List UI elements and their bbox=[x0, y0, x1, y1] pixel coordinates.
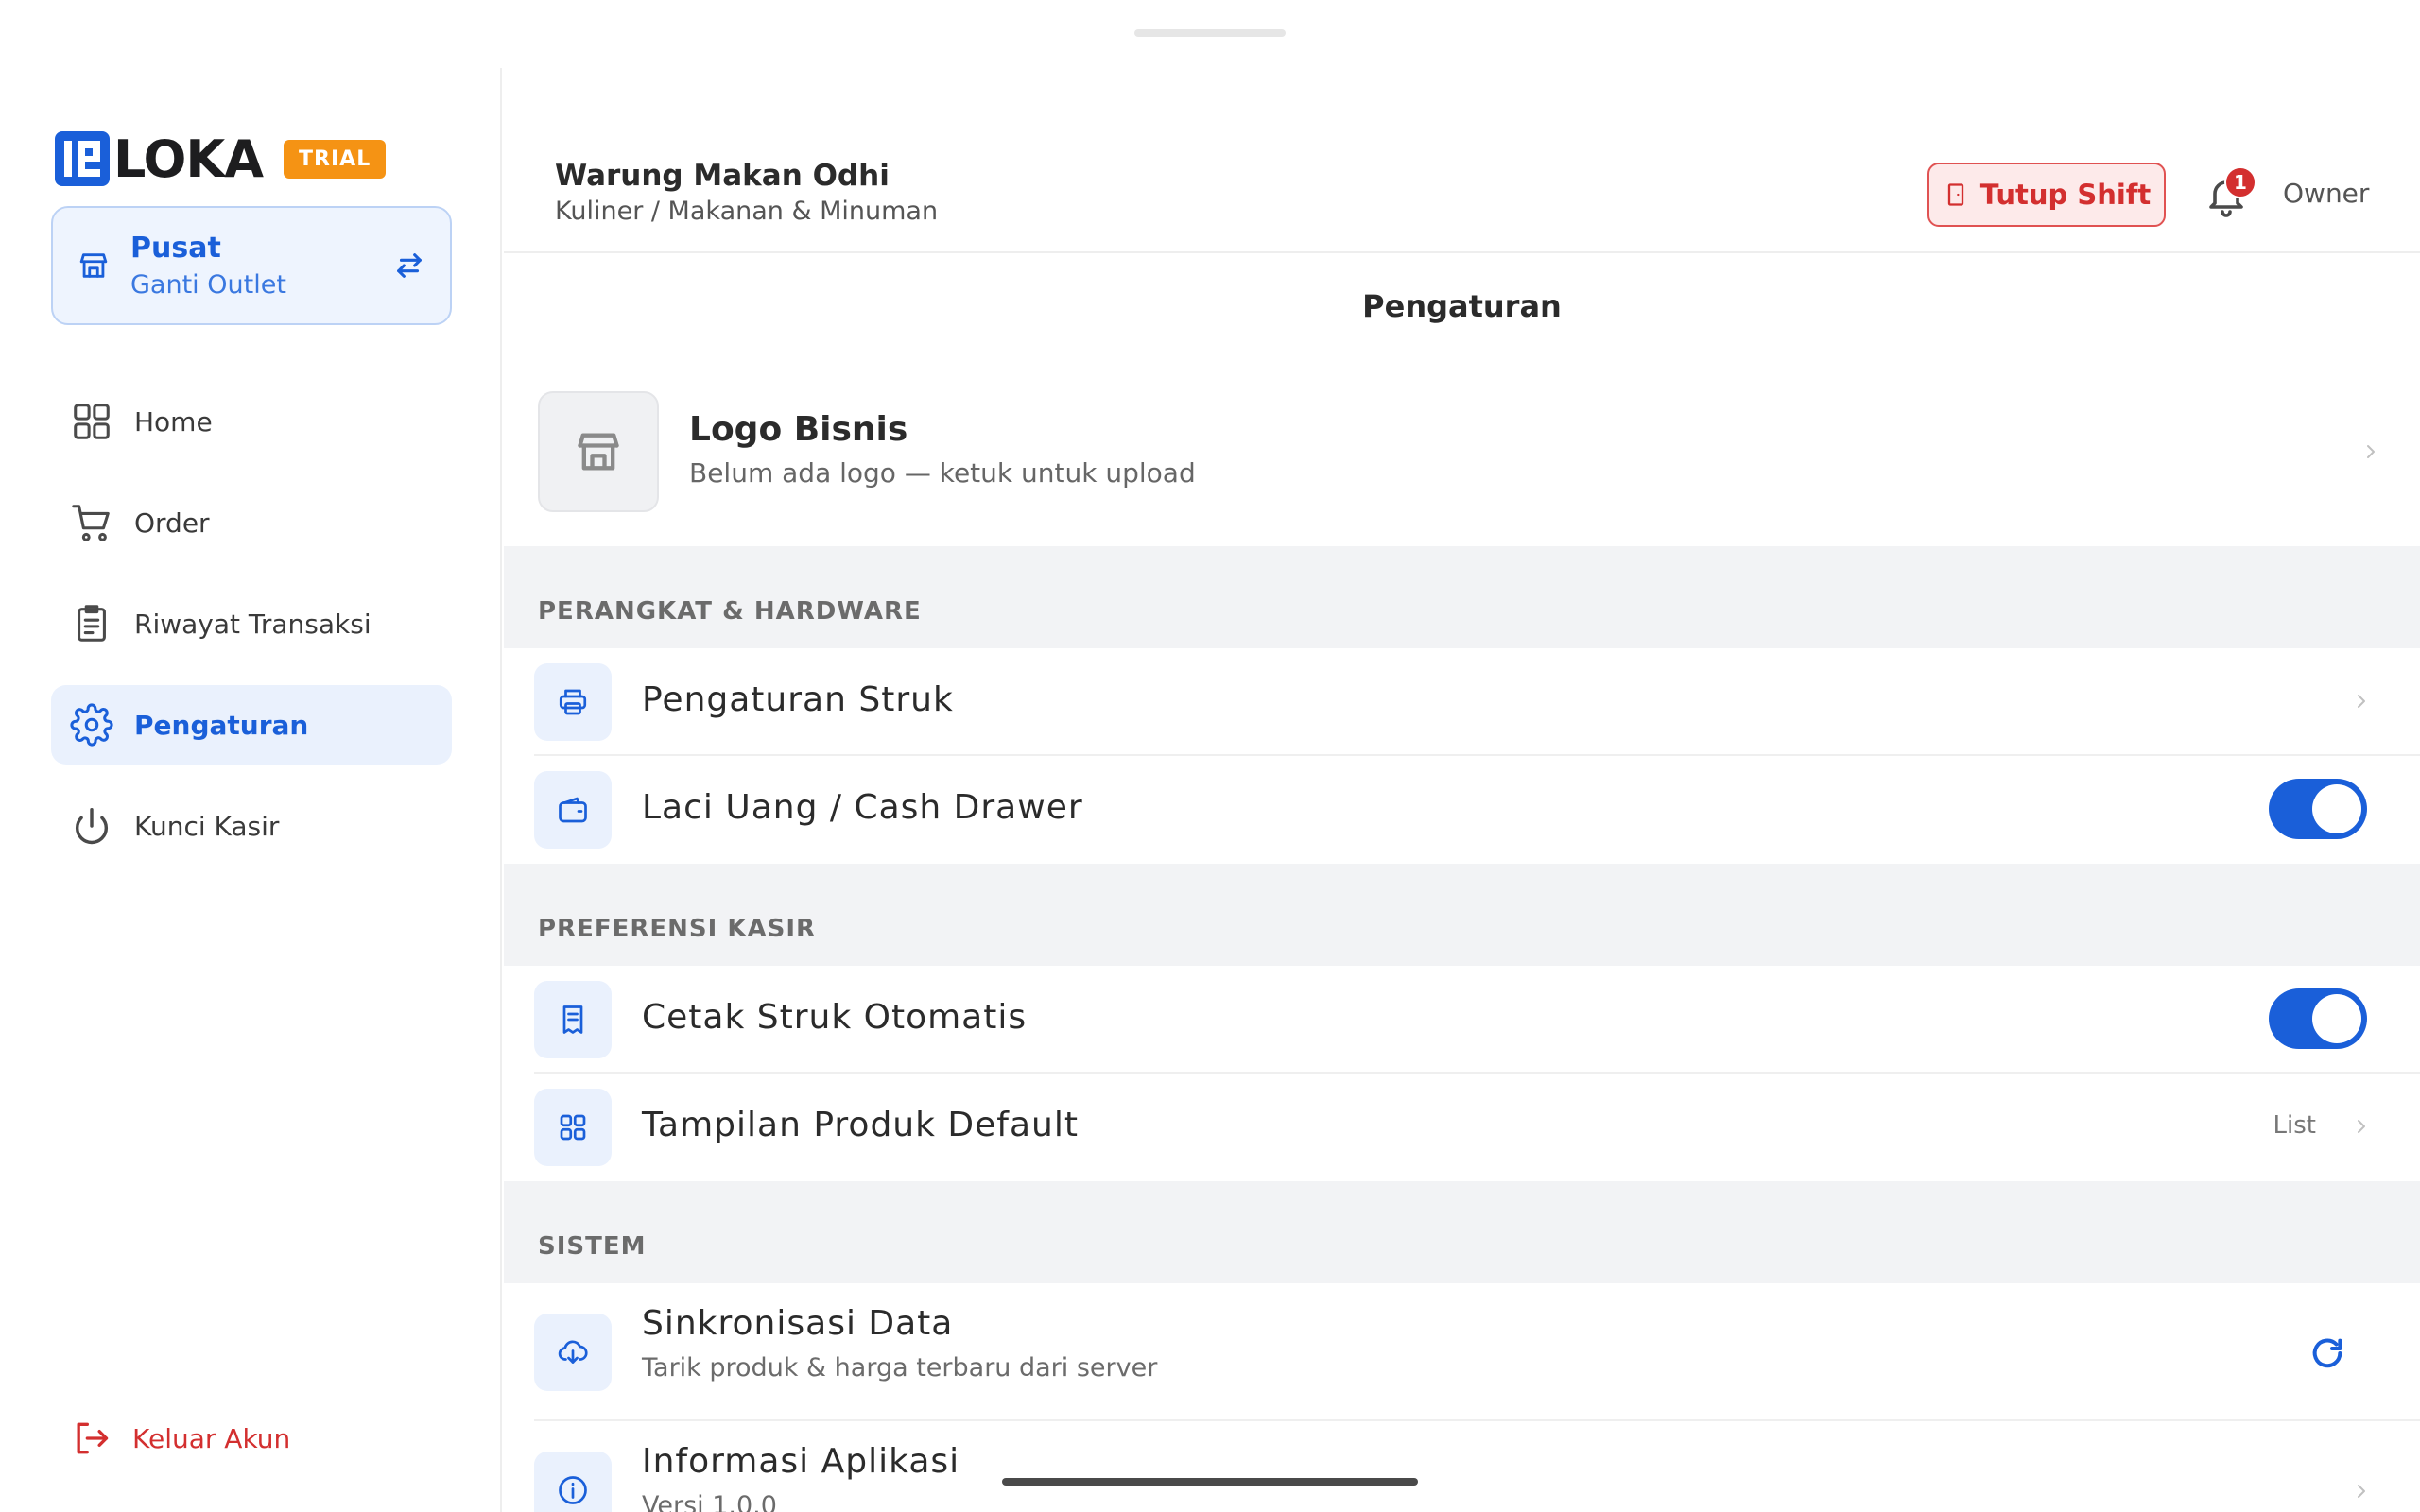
settings-content: Pengaturan Logo Bisnis Belum ada logo — … bbox=[504, 253, 2420, 1512]
section-label-cashier: PREFERENSI KASIR bbox=[538, 915, 817, 943]
cash-drawer-label: Laci Uang / Cash Drawer bbox=[642, 788, 1083, 827]
default-product-view-value: List bbox=[2273, 1111, 2316, 1140]
store-icon bbox=[79, 253, 108, 278]
logout-label: Keluar Akun bbox=[132, 1422, 291, 1454]
nav-item-lock-cashier[interactable]: Kunci Kasir bbox=[51, 786, 452, 866]
logout-button[interactable]: Keluar Akun bbox=[70, 1418, 290, 1459]
page-title: Pengaturan bbox=[504, 253, 2420, 359]
outlet-name: Pusat bbox=[130, 232, 221, 265]
cash-drawer-row: Laci Uang / Cash Drawer bbox=[504, 756, 2420, 864]
change-outlet-label: Ganti Outlet bbox=[130, 270, 286, 300]
door-icon bbox=[1947, 183, 1963, 206]
cloud-sync-icon bbox=[534, 1314, 612, 1391]
top-header: Warung Makan Odhi Kuliner / Makanan & Mi… bbox=[504, 68, 2420, 253]
receipt-settings-row[interactable]: Pengaturan Struk bbox=[504, 648, 2420, 756]
section-label-system: SISTEM bbox=[538, 1232, 647, 1261]
logo-title: Logo Bisnis bbox=[689, 410, 908, 449]
auto-print-label: Cetak Struk Otomatis bbox=[642, 998, 1028, 1037]
app-info-row[interactable]: Informasi Aplikasi Versi 1.0.0 bbox=[504, 1421, 2420, 1512]
close-shift-label: Tutup Shift bbox=[1979, 179, 2152, 211]
logo-subtitle: Belum ada logo — ketuk untuk upload bbox=[689, 457, 1196, 489]
receipt-icon bbox=[534, 981, 612, 1058]
wallet-icon bbox=[534, 771, 612, 849]
nav-label-lock-cashier: Kunci Kasir bbox=[134, 810, 280, 842]
receipt-settings-label: Pengaturan Struk bbox=[642, 680, 954, 719]
top-drag-handle bbox=[1134, 29, 1286, 37]
section-label-hardware: PERANGKAT & HARDWARE bbox=[538, 597, 922, 626]
gear-icon bbox=[70, 703, 113, 747]
auto-print-toggle[interactable] bbox=[2269, 988, 2367, 1049]
toggle-knob bbox=[2312, 994, 2361, 1043]
chevron-right-icon bbox=[2367, 445, 2375, 458]
logo-placeholder bbox=[538, 391, 659, 512]
nav-label-settings: Pengaturan bbox=[134, 709, 309, 741]
info-icon bbox=[534, 1452, 612, 1512]
nav-label-order: Order bbox=[134, 507, 210, 539]
business-logo-row[interactable]: Logo Bisnis Belum ada logo — ketuk untuk… bbox=[504, 359, 2420, 546]
app-version: Versi 1.0.0 bbox=[642, 1491, 777, 1512]
data-sync-subtitle: Tarik produk & harga terbaru dari server bbox=[642, 1353, 1158, 1383]
nav-item-home[interactable]: Home bbox=[51, 382, 452, 461]
chevron-right-icon bbox=[2358, 1120, 2365, 1133]
chevron-right-icon bbox=[2358, 1485, 2365, 1498]
nav-label-home: Home bbox=[134, 405, 213, 438]
brand: LOKA TRIAL bbox=[55, 129, 387, 189]
business-category: Kuliner / Makanan & Minuman bbox=[555, 197, 939, 226]
data-sync-label: Sinkronisasi Data bbox=[642, 1304, 954, 1343]
nav-label-transaction-history: Riwayat Transaksi bbox=[134, 608, 372, 640]
nav-item-transaction-history[interactable]: Riwayat Transaksi bbox=[51, 584, 452, 663]
sidebar: LOKA TRIAL Pusat Ganti Outlet Home Order bbox=[0, 68, 502, 1512]
outlet-switcher[interactable]: Pusat Ganti Outlet bbox=[51, 206, 452, 325]
brand-name: LOKA bbox=[113, 129, 264, 189]
default-product-view-row[interactable]: Tampilan Produk Default List bbox=[504, 1074, 2420, 1181]
close-shift-button[interactable]: Tutup Shift bbox=[1927, 163, 2166, 227]
grid-icon bbox=[74, 404, 110, 439]
data-sync-row[interactable]: Sinkronisasi Data Tarik produk & harga t… bbox=[504, 1283, 2420, 1421]
power-icon bbox=[75, 808, 109, 845]
home-indicator bbox=[1002, 1478, 1418, 1486]
trial-badge: TRIAL bbox=[284, 139, 387, 179]
default-product-view-label: Tampilan Produk Default bbox=[642, 1106, 1079, 1144]
cash-drawer-toggle[interactable] bbox=[2269, 779, 2367, 839]
grid-icon bbox=[534, 1089, 612, 1166]
swap-icon bbox=[397, 253, 422, 278]
logout-icon bbox=[77, 1422, 109, 1454]
refresh-icon[interactable] bbox=[2308, 1334, 2346, 1372]
toggle-knob bbox=[2312, 784, 2361, 833]
printer-icon bbox=[534, 663, 612, 741]
notification-badge: 1 bbox=[2224, 166, 2256, 198]
nav-item-settings[interactable]: Pengaturan bbox=[51, 685, 452, 765]
business-name: Warung Makan Odhi bbox=[555, 159, 890, 193]
nav-item-order[interactable]: Order bbox=[51, 483, 452, 562]
app-info-label: Informasi Aplikasi bbox=[642, 1442, 960, 1481]
brand-logo-icon bbox=[55, 131, 110, 186]
main-nav: Home Order Riwayat Transaksi Pengaturan bbox=[51, 382, 452, 887]
clipboard-icon bbox=[78, 605, 106, 642]
cart-icon bbox=[72, 505, 110, 541]
user-role[interactable]: Owner bbox=[2283, 178, 2369, 209]
store-icon bbox=[578, 433, 619, 471]
chevron-right-icon bbox=[2358, 695, 2365, 708]
auto-print-row: Cetak Struk Otomatis bbox=[504, 966, 2420, 1074]
